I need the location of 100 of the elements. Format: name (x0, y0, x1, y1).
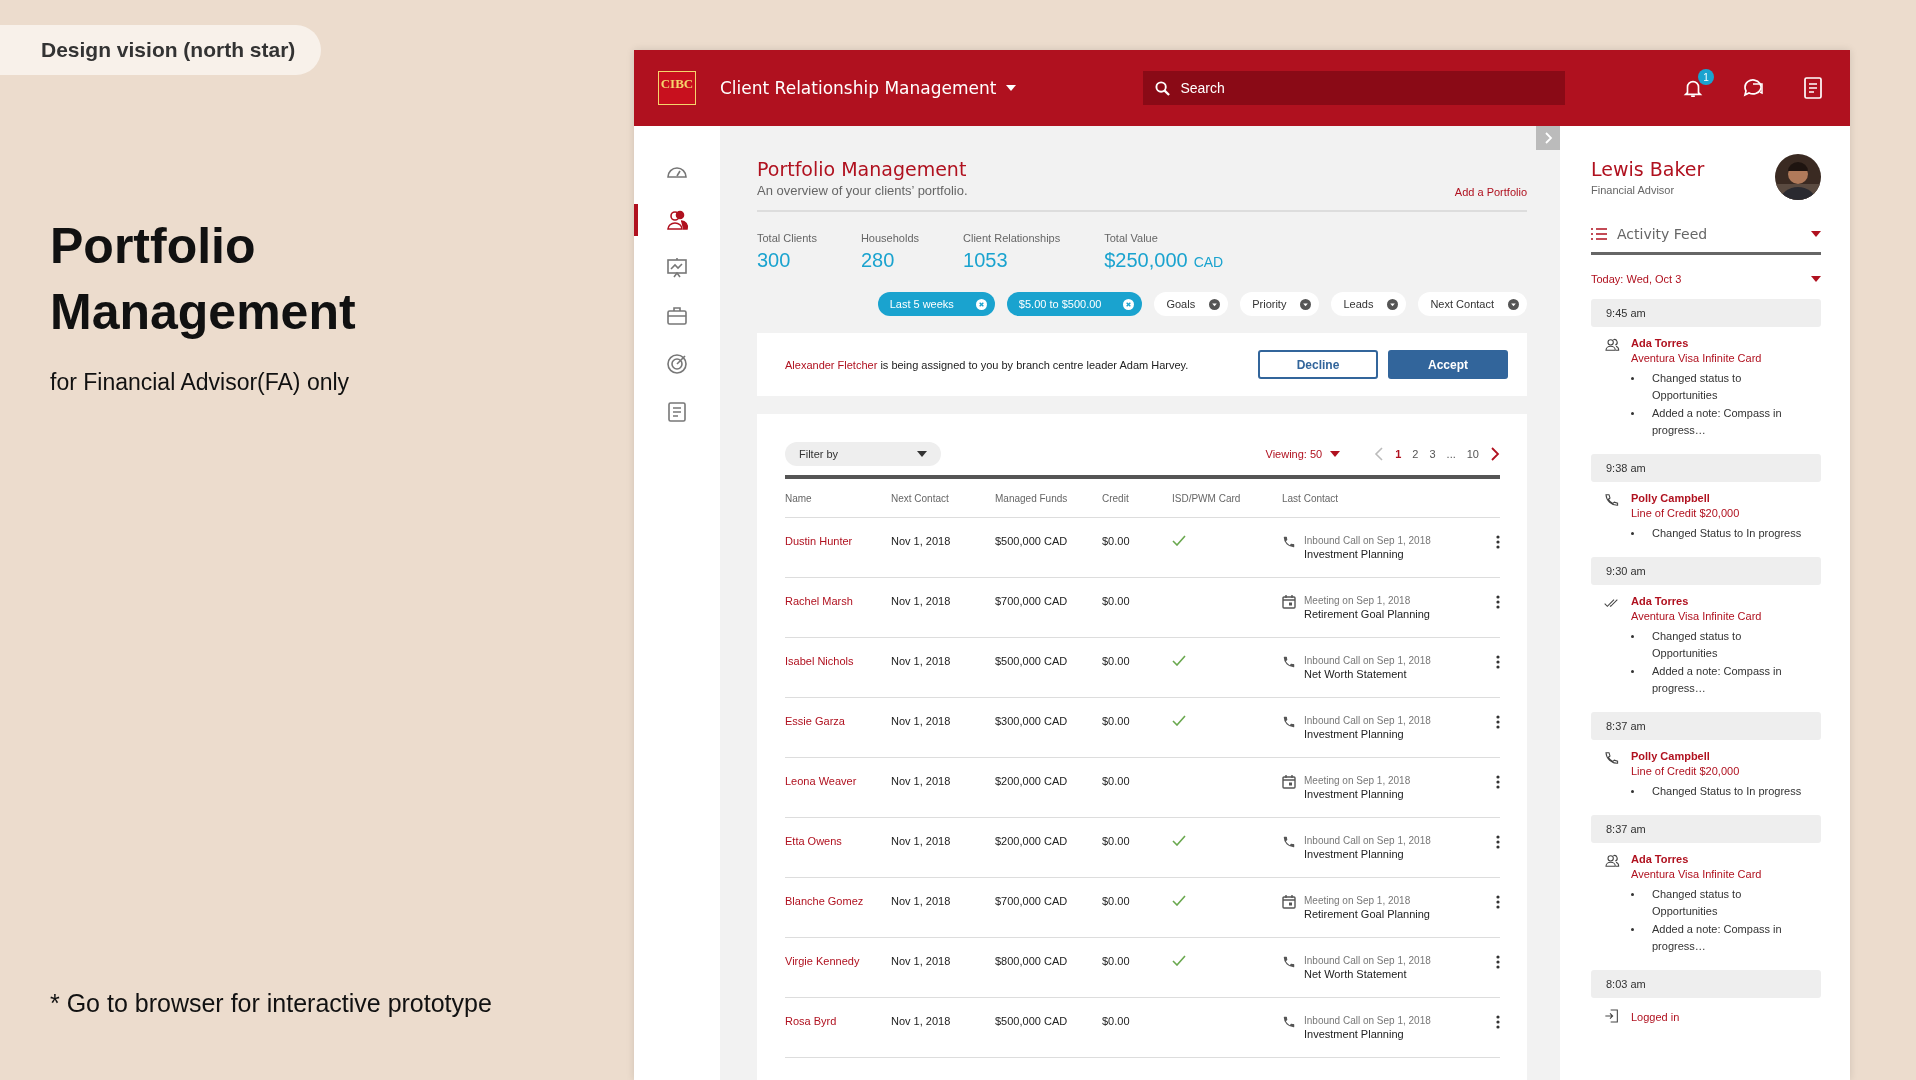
table-cell-text: $0.00 (1102, 955, 1131, 967)
client-name-link[interactable]: Ada Torres (1631, 595, 1806, 607)
contact-topic: Net Worth Statement (1304, 968, 1408, 980)
more-icon[interactable] (1496, 895, 1500, 909)
client-name-link[interactable]: Dustin Hunter (785, 535, 891, 547)
caret-icon[interactable] (1811, 231, 1821, 237)
contact-topic: Investment Planning (1304, 728, 1405, 740)
client-name-link[interactable]: Blanche Gomez (785, 895, 891, 907)
filter-dropdown[interactable]: Filter by (785, 442, 941, 466)
page-subtitle: An overview of your clients’ portfolio. (757, 183, 968, 198)
client-name-link[interactable]: Rachel Marsh (785, 595, 891, 607)
activity-detail: Line of Credit $20,000 (1631, 765, 1741, 777)
page-link[interactable]: 10 (1466, 448, 1479, 460)
target-icon (665, 352, 689, 376)
contact-topic: Investment Planning (1304, 548, 1405, 560)
client-name-link[interactable]: Essie Garza (785, 715, 891, 727)
search-field[interactable]: Search (1143, 71, 1566, 105)
column-header: Last Contact (1282, 492, 1340, 504)
more-icon[interactable] (1496, 715, 1500, 729)
filter-chip[interactable]: Leads (1331, 292, 1407, 316)
activity-feed-dropdown[interactable]: Activity Feed (1617, 226, 1801, 242)
table-row[interactable]: Essie Garza Nov 1, 2018 $300,000 CAD $0.00 Inbound Call on Sep 1, 2018 Investment Planning (785, 698, 1500, 758)
caret-icon[interactable] (1006, 85, 1017, 91)
table-row[interactable]: Dustin Hunter Nov 1, 2018 $500,000 CAD $0.00 Inbound Call on Sep 1, 2018 Investment Planning (785, 518, 1500, 578)
notification-badge: 1 (1698, 69, 1714, 85)
more-icon[interactable] (1496, 775, 1500, 789)
table-row[interactable]: Blanche Gomez Nov 1, 2018 $700,000 CAD $0.00 Meeting on Sep 1, 2018 Retirement Goal Planning (785, 878, 1500, 938)
contact-topic: Net Worth Statement (1304, 668, 1408, 680)
filter-chip[interactable]: Next Contact (1418, 292, 1527, 316)
more-icon[interactable] (1496, 595, 1500, 609)
accept-button[interactable]: Accept (1388, 350, 1508, 379)
phone-icon (1282, 715, 1296, 729)
more-icon[interactable] (1496, 955, 1500, 969)
activity-detail: Line of Credit $20,000 (1631, 507, 1741, 519)
client-name-link[interactable]: Ada Torres (1631, 337, 1806, 349)
page-link[interactable]: 2 (1412, 448, 1419, 460)
table-cell-text: Nov 1, 2018 (891, 655, 952, 667)
table-cell-text: Nov 1, 2018 (891, 955, 952, 967)
stat-label: Total Value (1104, 232, 1159, 244)
client-name-link[interactable]: Isabel Nichols (785, 655, 891, 667)
caret-icon[interactable] (1330, 451, 1341, 457)
date-dropdown[interactable]: Today: Wed, Oct 3 (1591, 273, 1682, 285)
app-title[interactable]: Client Relationship Management (720, 78, 997, 98)
decline-button[interactable]: Decline (1258, 350, 1378, 379)
person-icon (1604, 853, 1620, 869)
people-icon (665, 208, 689, 232)
more-icon[interactable] (1496, 1015, 1500, 1029)
clear-icon[interactable] (1123, 298, 1135, 310)
stat-label: Households (860, 232, 919, 244)
dropdown-icon[interactable] (1300, 298, 1312, 310)
phone-icon (1604, 750, 1620, 766)
table-cell-text: Nov 1, 2018 (891, 595, 952, 607)
document-icon[interactable] (1804, 77, 1822, 99)
table-cell-text: $0.00 (1102, 655, 1131, 667)
bullet-icon (1631, 532, 1634, 535)
bullet-icon (1631, 670, 1634, 673)
last-contact-text: Inbound Call on Sep 1, 2018 (1304, 535, 1431, 546)
column-header: Name (785, 492, 813, 504)
more-icon[interactable] (1496, 835, 1500, 849)
client-name-link[interactable]: Polly Campbell (1631, 492, 1806, 504)
add-portfolio-link[interactable]: Add a Portfolio (1454, 186, 1527, 198)
time-header: 8:37 am (1591, 815, 1821, 843)
activity-note: Changed Status to In progress (1652, 526, 1803, 541)
dropdown-icon[interactable] (1209, 298, 1221, 310)
client-name-link[interactable]: Leona Weaver (785, 775, 891, 787)
table-cell-text: Nov 1, 2018 (891, 715, 952, 727)
more-icon[interactable] (1496, 535, 1500, 549)
page-link[interactable]: 3 (1429, 448, 1436, 460)
list-icon (1591, 228, 1607, 240)
table-row[interactable]: Virgie Kennedy Nov 1, 2018 $800,000 CAD $0.00 Inbound Call on Sep 1, 2018 Net Worth Statement (785, 938, 1500, 998)
briefcase-icon (665, 304, 689, 328)
dropdown-icon[interactable] (1387, 298, 1399, 310)
clear-icon[interactable] (975, 298, 987, 310)
table-row[interactable]: Rosa Byrd Nov 1, 2018 $500,000 CAD $0.00 Inbound Call on Sep 1, 2018 Investment Planning (785, 998, 1500, 1058)
page-link[interactable]: ... (1446, 448, 1456, 460)
table-row[interactable]: Rachel Marsh Nov 1, 2018 $700,000 CAD $0.00 Meeting on Sep 1, 2018 Retirement Goal Planning (785, 578, 1500, 638)
table-row[interactable]: Leona Weaver Nov 1, 2018 $200,000 CAD $0.00 Meeting on Sep 1, 2018 Investment Planning (785, 758, 1500, 818)
next-page-icon[interactable] (1490, 447, 1500, 461)
filter-chip[interactable]: Priority (1240, 292, 1320, 316)
viewing-dropdown[interactable]: Viewing: 50 (1265, 448, 1323, 460)
client-name-link[interactable]: Etta Owens (785, 835, 891, 847)
table-row[interactable]: Etta Owens Nov 1, 2018 $200,000 CAD $0.00 Inbound Call on Sep 1, 2018 Investment Planning (785, 818, 1500, 878)
column-header: Credit (1102, 492, 1130, 504)
dropdown-icon[interactable] (1508, 298, 1519, 310)
client-name-link[interactable]: Ada Torres (1631, 853, 1806, 865)
table-cell-text: $200,000 CAD (995, 835, 1069, 847)
last-contact-text: Inbound Call on Sep 1, 2018 (1304, 655, 1431, 666)
more-icon[interactable] (1496, 655, 1500, 669)
client-name-link[interactable]: Polly Campbell (1631, 750, 1806, 762)
filter-chip[interactable]: Goals (1154, 292, 1229, 316)
page-link[interactable]: 1 (1395, 448, 1402, 460)
caret-icon[interactable] (1811, 276, 1821, 282)
activity-note: Changed Status to In progress (1652, 784, 1803, 799)
contact-topic: Retirement Goal Planning (1304, 608, 1430, 620)
client-name-link[interactable]: Rosa Byrd (785, 1015, 891, 1027)
table-row[interactable]: Isabel Nichols Nov 1, 2018 $500,000 CAD $0.00 Inbound Call on Sep 1, 2018 Net Worth Statement (785, 638, 1500, 698)
table-cell-text: $800,000 CAD (995, 955, 1069, 967)
activity-detail: Aventura Visa Infinite Card (1631, 868, 1763, 880)
chat-icon[interactable] (1742, 77, 1766, 99)
client-name-link[interactable]: Virgie Kennedy (785, 955, 891, 967)
